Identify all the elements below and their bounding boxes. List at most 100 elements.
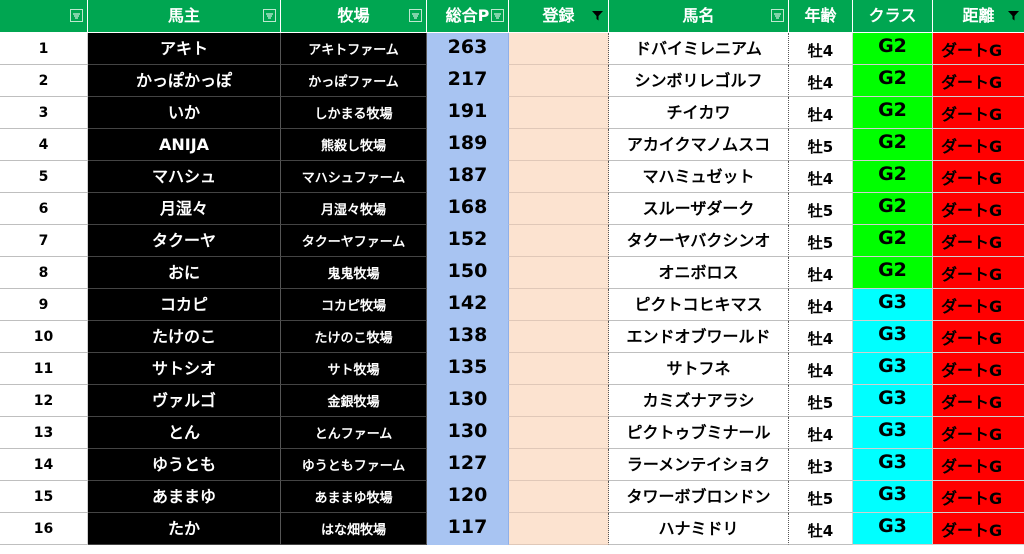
filter-dropdown-icon[interactable]	[491, 9, 504, 22]
age-cell[interactable]: 牡5	[789, 225, 853, 257]
farm-cell[interactable]: 鬼鬼牧場	[281, 257, 427, 289]
class-cell[interactable]: G3	[853, 513, 933, 545]
farm-cell[interactable]: サト牧場	[281, 353, 427, 385]
owner-cell[interactable]: ANIJA	[88, 129, 281, 161]
class-cell[interactable]: G3	[853, 289, 933, 321]
distance-cell[interactable]: ダートG	[933, 481, 1024, 513]
points-cell[interactable]: 150	[427, 257, 509, 289]
points-cell[interactable]: 263	[427, 33, 509, 65]
farm-cell[interactable]: コカピ牧場	[281, 289, 427, 321]
filter-dropdown-icon[interactable]	[263, 9, 276, 22]
header-points[interactable]: 総合P	[427, 0, 509, 32]
farm-cell[interactable]: とんファーム	[281, 417, 427, 449]
registration-cell[interactable]	[509, 225, 609, 257]
horse-name-cell[interactable]: マハミュゼット	[609, 161, 789, 193]
horse-name-cell[interactable]: サトフネ	[609, 353, 789, 385]
farm-cell[interactable]: 熊殺し牧場	[281, 129, 427, 161]
owner-cell[interactable]: タクーヤ	[88, 225, 281, 257]
horse-name-cell[interactable]: ピクトコヒキマス	[609, 289, 789, 321]
distance-cell[interactable]: ダートG	[933, 161, 1024, 193]
distance-cell[interactable]: ダートG	[933, 289, 1024, 321]
points-cell[interactable]: 130	[427, 417, 509, 449]
age-cell[interactable]: 牡5	[789, 385, 853, 417]
points-cell[interactable]: 120	[427, 481, 509, 513]
farm-cell[interactable]: たけのこ牧場	[281, 321, 427, 353]
header-distance[interactable]: 距離	[933, 0, 1024, 32]
registration-cell[interactable]	[509, 513, 609, 545]
distance-cell[interactable]: ダートG	[933, 449, 1024, 481]
points-cell[interactable]: 152	[427, 225, 509, 257]
header-class[interactable]: クラス	[853, 0, 933, 32]
age-cell[interactable]: 牡4	[789, 513, 853, 545]
row-number[interactable]: 15	[0, 481, 88, 513]
horse-name-cell[interactable]: タワーボブロンドン	[609, 481, 789, 513]
distance-cell[interactable]: ダートG	[933, 513, 1024, 545]
registration-cell[interactable]	[509, 385, 609, 417]
header-horse[interactable]: 馬名	[609, 0, 789, 32]
distance-cell[interactable]: ダートG	[933, 225, 1024, 257]
registration-cell[interactable]	[509, 321, 609, 353]
age-cell[interactable]: 牡4	[789, 97, 853, 129]
horse-name-cell[interactable]: ラーメンテイショク	[609, 449, 789, 481]
points-cell[interactable]: 127	[427, 449, 509, 481]
class-cell[interactable]: G3	[853, 481, 933, 513]
farm-cell[interactable]: あままゆ牧場	[281, 481, 427, 513]
distance-cell[interactable]: ダートG	[933, 257, 1024, 289]
header-age[interactable]: 年齢	[789, 0, 853, 32]
filter-dropdown-icon[interactable]	[70, 9, 83, 22]
farm-cell[interactable]: ゆうともファーム	[281, 449, 427, 481]
points-cell[interactable]: 130	[427, 385, 509, 417]
class-cell[interactable]: G2	[853, 257, 933, 289]
registration-cell[interactable]	[509, 97, 609, 129]
horse-name-cell[interactable]: タクーヤバクシンオ	[609, 225, 789, 257]
owner-cell[interactable]: おに	[88, 257, 281, 289]
class-cell[interactable]: G2	[853, 65, 933, 97]
points-cell[interactable]: 189	[427, 129, 509, 161]
owner-cell[interactable]: ヴァルゴ	[88, 385, 281, 417]
distance-cell[interactable]: ダートG	[933, 65, 1024, 97]
row-number[interactable]: 7	[0, 225, 88, 257]
class-cell[interactable]: G2	[853, 33, 933, 65]
row-number[interactable]: 6	[0, 193, 88, 225]
age-cell[interactable]: 牡4	[789, 161, 853, 193]
farm-cell[interactable]: マハシュファーム	[281, 161, 427, 193]
owner-cell[interactable]: とん	[88, 417, 281, 449]
class-cell[interactable]: G2	[853, 161, 933, 193]
age-cell[interactable]: 牡4	[789, 417, 853, 449]
distance-cell[interactable]: ダートG	[933, 417, 1024, 449]
distance-cell[interactable]: ダートG	[933, 193, 1024, 225]
owner-cell[interactable]: ゆうとも	[88, 449, 281, 481]
class-cell[interactable]: G3	[853, 449, 933, 481]
age-cell[interactable]: 牡4	[789, 33, 853, 65]
filter-active-icon[interactable]	[1007, 9, 1020, 22]
row-number[interactable]: 14	[0, 449, 88, 481]
class-cell[interactable]: G3	[853, 321, 933, 353]
row-number[interactable]: 1	[0, 33, 88, 65]
age-cell[interactable]: 牡5	[789, 129, 853, 161]
points-cell[interactable]: 138	[427, 321, 509, 353]
points-cell[interactable]: 117	[427, 513, 509, 545]
farm-cell[interactable]: はな畑牧場	[281, 513, 427, 545]
horse-name-cell[interactable]: スルーザダーク	[609, 193, 789, 225]
header-number[interactable]	[0, 0, 88, 32]
farm-cell[interactable]: かっぽファーム	[281, 65, 427, 97]
row-number[interactable]: 10	[0, 321, 88, 353]
class-cell[interactable]: G2	[853, 193, 933, 225]
farm-cell[interactable]: しかまる牧場	[281, 97, 427, 129]
age-cell[interactable]: 牡4	[789, 353, 853, 385]
horse-name-cell[interactable]: ハナミドリ	[609, 513, 789, 545]
farm-cell[interactable]: 月湿々牧場	[281, 193, 427, 225]
row-number[interactable]: 5	[0, 161, 88, 193]
points-cell[interactable]: 217	[427, 65, 509, 97]
registration-cell[interactable]	[509, 449, 609, 481]
points-cell[interactable]: 168	[427, 193, 509, 225]
class-cell[interactable]: G3	[853, 353, 933, 385]
class-cell[interactable]: G3	[853, 417, 933, 449]
registration-cell[interactable]	[509, 193, 609, 225]
points-cell[interactable]: 135	[427, 353, 509, 385]
owner-cell[interactable]: マハシュ	[88, 161, 281, 193]
row-number[interactable]: 4	[0, 129, 88, 161]
owner-cell[interactable]: たか	[88, 513, 281, 545]
points-cell[interactable]: 191	[427, 97, 509, 129]
registration-cell[interactable]	[509, 257, 609, 289]
